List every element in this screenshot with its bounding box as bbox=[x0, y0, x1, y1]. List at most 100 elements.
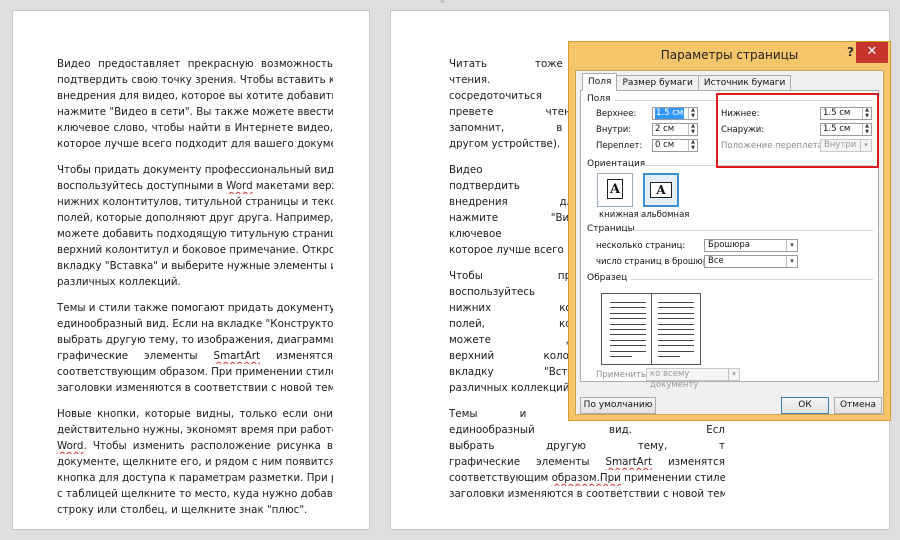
preview-line bbox=[610, 350, 646, 352]
set-default-button[interactable]: По умолчанию bbox=[580, 397, 656, 414]
landscape-option[interactable]: A bbox=[643, 173, 679, 207]
page-1-text: Видео предоставляет прекрасную возможнос… bbox=[57, 56, 333, 528]
preview-spine bbox=[651, 294, 652, 364]
sheets-per-booklet-label: число страниц в брошюре: bbox=[596, 257, 717, 267]
orientation-group-label: Ориентация bbox=[587, 159, 646, 169]
top-margin-label: Верхнее: bbox=[596, 109, 637, 119]
preview-line bbox=[610, 329, 646, 330]
chevron-down-icon: ▾ bbox=[728, 369, 739, 380]
help-icon[interactable]: ? bbox=[847, 45, 854, 59]
tab-paper-source[interactable]: Источник бумаги bbox=[697, 75, 792, 91]
document-page-1[interactable]: Видео предоставляет прекрасную возможнос… bbox=[12, 10, 370, 530]
dialog-titlebar[interactable]: Параметры страницы ? ✕ bbox=[569, 42, 890, 70]
dialog-tabs: Поля Размер бумаги Источник бумаги bbox=[582, 73, 792, 91]
text-line: нижних колонтитулов, титульной страницы … bbox=[57, 196, 333, 208]
close-button[interactable]: ✕ bbox=[856, 42, 888, 63]
text-line: верхний колонтитул и боковое примечание.… bbox=[57, 244, 333, 256]
text-line: графические элементы SmartArt изменятся bbox=[57, 350, 333, 362]
dialog-title: Параметры страницы bbox=[660, 48, 799, 62]
highlight-annotation bbox=[716, 93, 879, 168]
top-margin-value: 1.5 см bbox=[655, 108, 685, 119]
preview-line bbox=[610, 302, 646, 303]
text-line: воспользуйтесь доступными в Word макетам… bbox=[57, 180, 333, 192]
preview-group-label: Образец bbox=[587, 273, 628, 283]
text-line: Новые кнопки, которые видны, только если… bbox=[57, 408, 333, 420]
top-margin-spinner[interactable]: 1.5 см ▲ ▼ bbox=[652, 107, 698, 120]
gutter-spinner[interactable]: 0 см ▲ ▼ bbox=[652, 139, 698, 152]
paragraph: Чтобы придать документу профессиональный… bbox=[57, 162, 333, 290]
chevron-down-icon: ▾ bbox=[786, 256, 797, 267]
spinner-arrows-icon[interactable]: ▲ ▼ bbox=[688, 139, 697, 151]
sheets-per-booklet-select[interactable]: Все ▾ bbox=[704, 255, 798, 268]
preview-line bbox=[658, 312, 694, 314]
preview-line bbox=[610, 312, 646, 314]
cancel-button[interactable]: Отмена bbox=[834, 397, 882, 414]
preview-line bbox=[658, 350, 694, 352]
text-line: соответствующим образом.При применении с… bbox=[449, 472, 725, 484]
booklet-preview bbox=[601, 293, 701, 365]
text-line: заголовки изменяются в соответствии с но… bbox=[449, 488, 725, 500]
text-line: подтвердить свою точку зрения. Чтобы вст… bbox=[57, 74, 333, 86]
spinner-arrows-icon[interactable]: ▲ ▼ bbox=[688, 107, 697, 119]
inside-margin-spinner[interactable]: 2 см ▲ ▼ bbox=[652, 123, 698, 136]
text-line: заголовки изменяются в соответствии с но… bbox=[57, 382, 333, 394]
paragraph: Видео предоставляет прекрасную возможнос… bbox=[57, 56, 333, 152]
margins-group-label: Поля bbox=[587, 94, 611, 104]
spinner-arrows-icon[interactable]: ▲ ▼ bbox=[688, 123, 697, 135]
text-line: Темы и стили также помогают придать доку… bbox=[57, 302, 333, 314]
landscape-label: альбомная bbox=[641, 210, 690, 220]
multiple-pages-label: несколько страниц: bbox=[596, 241, 686, 251]
group-divider bbox=[633, 230, 873, 231]
preview-line bbox=[610, 345, 646, 347]
text-line: Чтобы придать документу профессиональный… bbox=[57, 164, 333, 176]
landscape-page-icon: A bbox=[650, 182, 672, 198]
text-line: внедрения для видео, которое вы хотите д… bbox=[57, 90, 333, 102]
text-line: Видео предоставляет прекрасную возможнос… bbox=[57, 58, 333, 70]
text-line: документе, щелкните его, и рядом с ним п… bbox=[57, 456, 333, 468]
preview-line bbox=[658, 334, 694, 336]
paragraph: Новые кнопки, которые видны, только если… bbox=[57, 406, 333, 518]
apply-to-value: ко всему документу bbox=[650, 369, 699, 390]
text-line: нажмите "Видео в сети". Вы также можете … bbox=[57, 106, 333, 118]
portrait-option[interactable]: A bbox=[597, 173, 633, 207]
multiple-pages-select[interactable]: Брошюра ▾ bbox=[704, 239, 798, 252]
sheets-per-booklet-value: Все bbox=[708, 256, 724, 266]
text-line: полей, которые дополняют друг друга. Нап… bbox=[57, 212, 333, 224]
text-line: с таблицей щелкните то место, куда нужно… bbox=[57, 488, 333, 500]
preview-line bbox=[658, 302, 694, 303]
paragraph: Темы и стили также помогают придать доку… bbox=[57, 300, 333, 396]
text-line: единообразный вид. Есл bbox=[449, 424, 725, 436]
text-line: можете добавить подходящую титульную стр… bbox=[57, 228, 333, 240]
text-line: строку или столбец, и щелкните знак "плю… bbox=[57, 504, 308, 516]
text-line: кнопка для доступа к параметрам разметки… bbox=[57, 472, 333, 484]
ok-button[interactable]: ОК bbox=[781, 397, 829, 414]
tab-paper-size[interactable]: Размер бумаги bbox=[616, 75, 699, 91]
apply-to-select[interactable]: ко всему документу ▾ bbox=[646, 368, 740, 390]
preview-line bbox=[610, 334, 646, 336]
chevron-down-icon: ▾ bbox=[786, 240, 797, 251]
apply-to-label: Применить: bbox=[596, 370, 649, 380]
pages-group-label: Страницы bbox=[587, 224, 635, 234]
group-divider bbox=[631, 279, 873, 280]
text-line: выбрать другую тему, т bbox=[449, 440, 725, 452]
text-line: вкладку "Вставка" и выберите нужные элем… bbox=[57, 260, 333, 272]
preview-line bbox=[658, 329, 694, 330]
text-line: Word. Чтобы изменить расположение рисунк… bbox=[57, 440, 333, 452]
text-line: соответствующим образом. При применении … bbox=[57, 366, 333, 378]
page-top-marker bbox=[441, 0, 444, 3]
inside-margin-value: 2 см bbox=[655, 124, 675, 134]
preview-line bbox=[658, 356, 680, 357]
portrait-label: книжная bbox=[599, 210, 639, 220]
text-line: выбрать другую тему, то изображения, диа… bbox=[57, 334, 333, 346]
text-line: которое лучше всего подходит для вашего … bbox=[57, 138, 333, 150]
preview-line bbox=[658, 339, 694, 341]
text-line: ключевое слово, чтобы найти в Интернете … bbox=[57, 122, 333, 134]
portrait-page-icon: A bbox=[607, 179, 623, 199]
tab-margins[interactable]: Поля bbox=[582, 73, 618, 91]
preview-line bbox=[658, 345, 694, 347]
gutter-value: 0 см bbox=[655, 140, 675, 150]
preview-line bbox=[610, 307, 646, 309]
multiple-pages-value: Брошюра bbox=[708, 240, 750, 250]
text-line: различных коллекций. bbox=[57, 276, 181, 288]
gutter-label: Переплет: bbox=[596, 141, 643, 151]
